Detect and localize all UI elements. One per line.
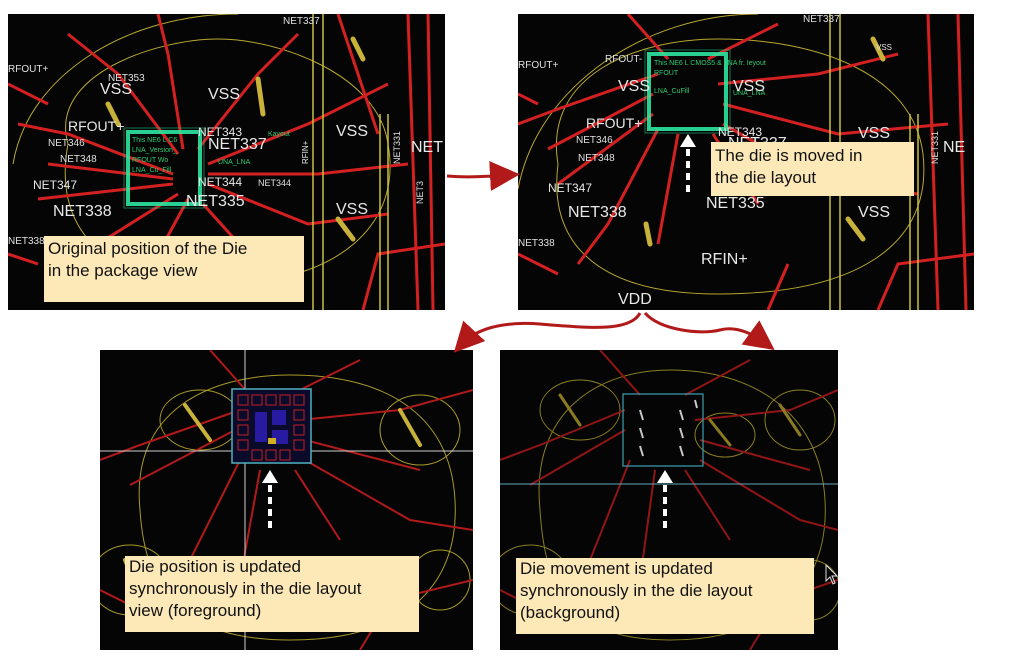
- net-label: NET338: [568, 204, 627, 221]
- net-label: NET346: [576, 135, 613, 146]
- dashed-up-arrow-icon: [657, 470, 673, 530]
- net-label: VSS: [618, 78, 650, 95]
- panel-die-layout-foreground: Die position is updated synchronously in…: [100, 350, 473, 650]
- die-outline-background[interactable]: [622, 393, 704, 467]
- net-label: NET348: [578, 153, 615, 164]
- panel-die-moved-view: This NE6 L CMOS5 & LNA fr. Ieyout RFOUT …: [518, 14, 974, 310]
- net-label: VDD: [618, 291, 652, 308]
- caption-line: view (foreground): [129, 601, 262, 620]
- net-label: NET335: [706, 195, 765, 212]
- caption-die-moved: The die is moved in the die layout: [711, 142, 914, 196]
- caption-line: Die movement is updated: [520, 559, 713, 578]
- curved-red-arrow-icon: [453, 312, 642, 353]
- die-label: RFOUT: [654, 70, 679, 77]
- net-label: RFOUT+: [68, 118, 124, 134]
- net-label: RFOUT+: [586, 115, 642, 131]
- net-label: VSS: [336, 201, 368, 218]
- die-label: LNA_CuFill: [654, 88, 690, 95]
- die-label: UNA_LNA: [218, 159, 251, 166]
- net-label: RFOUT+: [518, 60, 558, 71]
- die-label: LNA_Cu_Fill: [132, 167, 172, 174]
- net-label: NET344: [198, 175, 242, 189]
- net-label: VSS: [876, 43, 892, 52]
- caption-line: Original position of the Die: [48, 239, 248, 258]
- net-label: NET348: [60, 154, 97, 165]
- net-label: VSS: [336, 123, 368, 140]
- net-label: NET337: [803, 14, 840, 25]
- net-label: RFIN+: [701, 251, 748, 268]
- net-label: NET331: [930, 131, 940, 164]
- net-label: NET347: [548, 181, 592, 195]
- net-label: NET337: [283, 16, 320, 27]
- net-label: RFIN+: [301, 140, 310, 164]
- die-label: This NE6 L C6: [132, 137, 177, 144]
- net-label: NET338: [518, 238, 555, 249]
- net-label: VSS: [208, 86, 240, 103]
- caption-line: (background): [520, 603, 621, 622]
- net-label: VSS: [858, 125, 890, 142]
- die-label: Kayout: [268, 131, 290, 138]
- caption-line: synchronously in the die layout: [129, 579, 362, 598]
- net-label: VSS: [733, 78, 765, 95]
- net-label: NET335: [186, 193, 245, 210]
- net-label: VSS: [100, 81, 132, 98]
- net-label: NET331: [392, 131, 402, 164]
- die-label: This NE6 L CMOS5 & LNA fr. Ieyout: [654, 60, 766, 67]
- net-label: NE: [943, 139, 965, 156]
- caption-line: The die is moved in: [715, 146, 863, 165]
- net-label: NET338: [8, 236, 45, 247]
- dashed-up-arrow-icon: [680, 134, 696, 194]
- caption-die-layout-background: Die movement is updated synchronously in…: [516, 558, 814, 634]
- caption-line: Die position is updated: [129, 557, 302, 576]
- panel-die-layout-background: Die movement is updated synchronously in…: [500, 350, 838, 650]
- net-label: NET: [411, 139, 443, 156]
- caption-line: the die layout: [715, 168, 817, 187]
- caption-original-position: Original position of the Die in the pack…: [44, 236, 304, 302]
- curved-red-arrow-icon: [446, 161, 520, 191]
- net-label: RFOUT+: [8, 64, 48, 75]
- caption-die-layout-foreground: Die position is updated synchronously in…: [125, 556, 419, 632]
- net-label: NET337: [208, 136, 267, 153]
- die-label: LNA_Version_: [132, 147, 177, 154]
- dashed-up-arrow-icon: [262, 470, 278, 530]
- die-outline-foreground[interactable]: [231, 388, 312, 464]
- net-label: NET346: [48, 138, 85, 149]
- net-label: NET3: [415, 181, 425, 204]
- net-label: NET344: [258, 178, 291, 188]
- net-label: RFOUT-: [605, 54, 642, 65]
- net-label: NET338: [53, 203, 112, 220]
- die-label: RFOUT Wo: [132, 157, 168, 164]
- curved-red-arrow-icon: [643, 311, 775, 351]
- caption-line: in the package view: [48, 261, 198, 280]
- panel-package-view-original: This NE6 L C6 LNA_Version_ RFOUT Wo LNA_…: [8, 14, 445, 310]
- net-label: VSS: [858, 204, 890, 221]
- net-label: NET347: [33, 178, 77, 192]
- caption-line: synchronously in the die layout: [520, 581, 753, 600]
